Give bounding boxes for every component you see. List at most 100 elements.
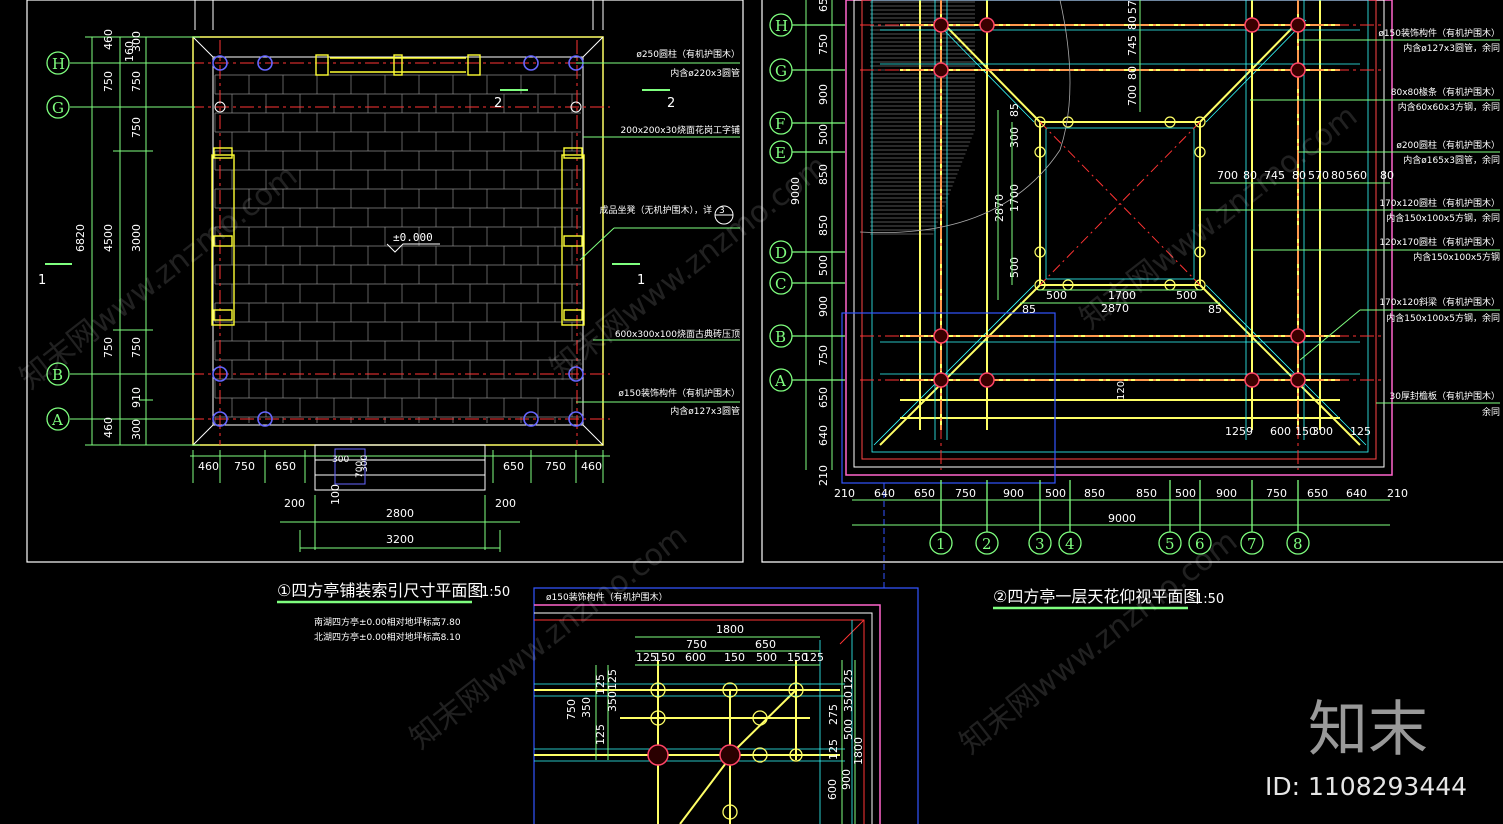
ceiling-left-dim: 650 [817,387,830,408]
detail-left-125c: 125 [606,669,619,690]
ceiling-bottom-dim: 850 [1136,487,1157,500]
dim-bottom-2800: 2800 [386,507,414,520]
detail-left-350a: 350 [580,697,593,718]
ceiling-bottom-dim: 640 [1346,487,1367,500]
inner-box-85b: 85 [1208,303,1222,316]
dim-left-460-top: 460 [102,29,115,50]
dim-left-4500: 4500 [102,224,115,252]
inner-box-500a: 500 [1046,289,1067,302]
detail-left-125b: 125 [594,724,607,745]
ceiling-axis-G: G [775,62,787,80]
dim-bottom-200a: 200 [284,497,305,510]
detail-right-125b: 125 [827,739,840,760]
ceil-label-beam-120-steel: 内含150x100x5方钢 [1413,251,1500,263]
watermark-logo: 知末 [1308,695,1428,765]
dim-inner-750b: 750 [130,117,143,138]
ceiling-left-dim: 640 [817,425,830,446]
detail-row-500: 500 [756,651,777,664]
ceil-label-rafter: 80x80椽条（有机护围木） [1391,86,1500,98]
ceil-label-diagonal: 170x120斜梁（有机护围木） [1379,296,1500,308]
label-column-250: ø250圆柱（有机护围木） [636,48,740,60]
watermark-text-1: 知末网www.znzmo.com [13,158,304,396]
ceiling-axis-F: F [775,115,785,133]
ceiling-left-dim: 500 [817,255,830,276]
detail-row-150a: 150 [654,651,675,664]
inner-h-560: 560 [1346,169,1367,182]
ceiling-left-dim: 750 [817,34,830,55]
ceiling-bottom-dim: 750 [955,487,976,500]
detail-left-350b: 350 [606,691,619,712]
ceil-label-diagonal-steel: 内含150x100x5方钢，余同 [1386,312,1500,324]
ceiling-left-dim: 500 [817,124,830,145]
dim-inner-750a: 750 [130,71,143,92]
small-dim-300: 300 [1312,425,1333,438]
ceiling-bottom-dim: 650 [1307,487,1328,500]
small-dim-600: 600 [1270,425,1291,438]
dim-bottom-460b: 460 [581,460,602,473]
dim-bottom-750b: 750 [545,460,566,473]
watermark-text-3: 知末网www.znzmo.com [543,148,834,386]
ceiling-left-dim: 900 [817,296,830,317]
detail-right-125a: 125 [842,669,855,690]
ceil-label-ornament: ø150装饰构件（有机护围木） [1378,27,1500,39]
inner-vbox-500: 500 [1008,257,1021,278]
detail-dim-650: 650 [755,638,776,651]
ceiling-axis-H: H [775,17,788,35]
ceiling-axis-7: 7 [1247,535,1257,553]
label-granite-paving: 200x200x30烧面花岗工字铺 [621,124,740,136]
ceiling-bottom-total: 9000 [1108,512,1136,525]
inner-h-700: 700 [1217,169,1238,182]
dim-left-750-top: 750 [102,71,115,92]
ceil-label-rafter-steel: 内含60x60x3方钢，余同 [1398,101,1500,113]
section-mark-2-right: 2 [667,96,675,111]
inner-vbox-300: 300 [1008,127,1021,148]
ceiling-bottom-dim: 900 [1216,487,1237,500]
detail-row-600: 600 [685,651,706,664]
inner-v-570: 570 [1126,0,1139,14]
ceiling-left-dim: 650 [817,0,830,12]
dim-bottom-700: 700 [355,461,365,478]
ceil-label-ornament-pipe: 内含ø127x3圆管，余同 [1403,42,1500,54]
axis-H: H [52,55,65,73]
section-mark-1-left: 1 [38,273,46,288]
ceiling-axis-D: D [775,244,787,262]
drawing1-note-1: 南湖四方亭±0.00相对地坪标高7.80 [314,616,461,628]
ceiling-axis-E: E [775,144,786,162]
ceiling-bottom-dim: 750 [1266,487,1287,500]
inner-v-700: 700 [1126,85,1139,106]
inner-box-500b: 500 [1176,289,1197,302]
ceil-label-fascia-note: 余同 [1482,406,1500,418]
section-mark-2-left: 2 [494,96,502,111]
ceil-label-beam-170-steel: 内含150x100x5方钢，余同 [1386,212,1500,224]
ceil-label-column-200: ø200圆柱（有机护围木） [1396,139,1500,151]
detail-right-600: 600 [826,779,839,800]
small-dim-1259: 1259 [1225,425,1253,438]
ceil-label-beam-170: 170x120圆柱（有机护围木） [1379,197,1500,209]
elevation-mark: ±0.000 [393,231,433,244]
detail-left-750: 750 [565,699,578,720]
detail-ref: 3 [719,206,725,216]
ceiling-axis-3: 3 [1035,535,1045,553]
dim-bottom-460a: 460 [198,460,219,473]
inner-v-745: 745 [1126,35,1139,56]
ceiling-axis-A: A [774,372,786,390]
detail-row-125b: 125 [803,651,824,664]
drawing1-note-2: 北湖四方亭±0.00相对地坪标高8.10 [314,631,461,643]
dim-bottom-200b: 200 [495,497,516,510]
ceiling-left-dim: 850 [817,215,830,236]
ceiling-axis-5: 5 [1165,535,1175,553]
dim-left-total: 6820 [74,224,87,252]
inner-vbox-2870: 2870 [993,194,1006,222]
ceiling-bottom-dim: 900 [1003,487,1024,500]
drawing1-title: ①四方亭铺装索引尺寸平面图 [277,581,483,600]
ceiling-bottom-dim: 640 [874,487,895,500]
watermark-id: ID: 1108293444 [1265,772,1467,801]
drawing1-scale: 1:50 [481,585,510,600]
inner-h-80c: 80 [1331,169,1345,182]
detail-right-500: 500 [842,719,855,740]
ceiling-axis-8: 8 [1293,535,1303,553]
ceiling-left-dim: 750 [817,345,830,366]
detail-dim-750: 750 [686,638,707,651]
drawing2-scale: 1:50 [1195,592,1224,607]
ceil-label-fascia: 30厚封檐板（有机护围木） [1390,390,1500,402]
